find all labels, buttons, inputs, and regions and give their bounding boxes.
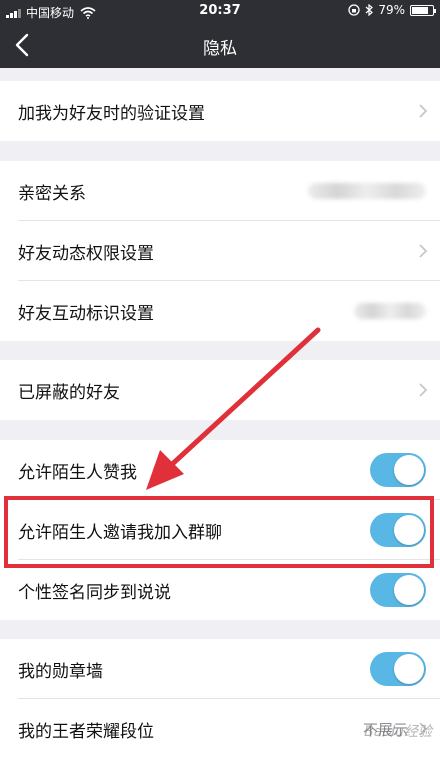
blurred-value (354, 303, 426, 319)
chevron-right-icon (419, 104, 428, 118)
interaction-marks-row[interactable]: 好友互动标识设置 (0, 281, 440, 341)
row-label: 加我为好友时的验证设置 (18, 103, 205, 124)
bluetooth-icon (365, 4, 374, 16)
toggle-knob (394, 654, 424, 684)
page-title: 隐私 (203, 39, 237, 59)
navigation-bar: 隐私 (0, 22, 440, 68)
intimate-relations-row[interactable]: 亲密关系 (0, 161, 440, 221)
toggle-knob (394, 575, 424, 605)
chevron-right-icon (419, 244, 428, 258)
row-label: 已屏蔽的好友 (18, 382, 120, 403)
stranger-like-toggle[interactable] (370, 453, 426, 487)
stranger-invite-row: 允许陌生人邀请我加入群聊 (0, 500, 440, 560)
row-label: 我的勋章墙 (18, 661, 103, 682)
status-right: 79% (348, 3, 436, 17)
blocked-friends-row[interactable]: 已屏蔽的好友 (0, 360, 440, 420)
orientation-lock-icon (348, 4, 360, 16)
badge-wall-row: 我的勋章墙 (0, 639, 440, 699)
toggle-knob (394, 515, 424, 545)
moments-permission-row[interactable]: 好友动态权限设置 (0, 221, 440, 281)
blurred-value (308, 183, 426, 199)
stranger-like-row: 允许陌生人赞我 (0, 440, 440, 500)
row-label: 个性签名同步到说说 (18, 582, 171, 603)
row-label: 好友互动标识设置 (18, 303, 154, 324)
signature-sync-row: 个性签名同步到说说 (0, 560, 440, 620)
chevron-right-icon (419, 383, 428, 397)
row-label: 亲密关系 (18, 183, 86, 204)
status-bar: 中国移动 20:37 79% (0, 0, 440, 22)
toggle-knob (394, 455, 424, 485)
stranger-invite-toggle[interactable] (370, 513, 426, 547)
watermark: Baidu经验 (364, 724, 432, 740)
row-label: 我的王者荣耀段位 (18, 721, 154, 742)
signature-sync-toggle[interactable] (370, 573, 426, 607)
verify-settings-row[interactable]: 加我为好友时的验证设置 (0, 81, 440, 141)
row-label: 允许陌生人赞我 (18, 462, 137, 483)
battery-icon (410, 4, 436, 16)
battery-percent: 79% (378, 3, 405, 17)
row-label: 允许陌生人邀请我加入群聊 (18, 522, 222, 543)
row-label: 好友动态权限设置 (18, 243, 154, 264)
badge-wall-toggle[interactable] (370, 652, 426, 686)
